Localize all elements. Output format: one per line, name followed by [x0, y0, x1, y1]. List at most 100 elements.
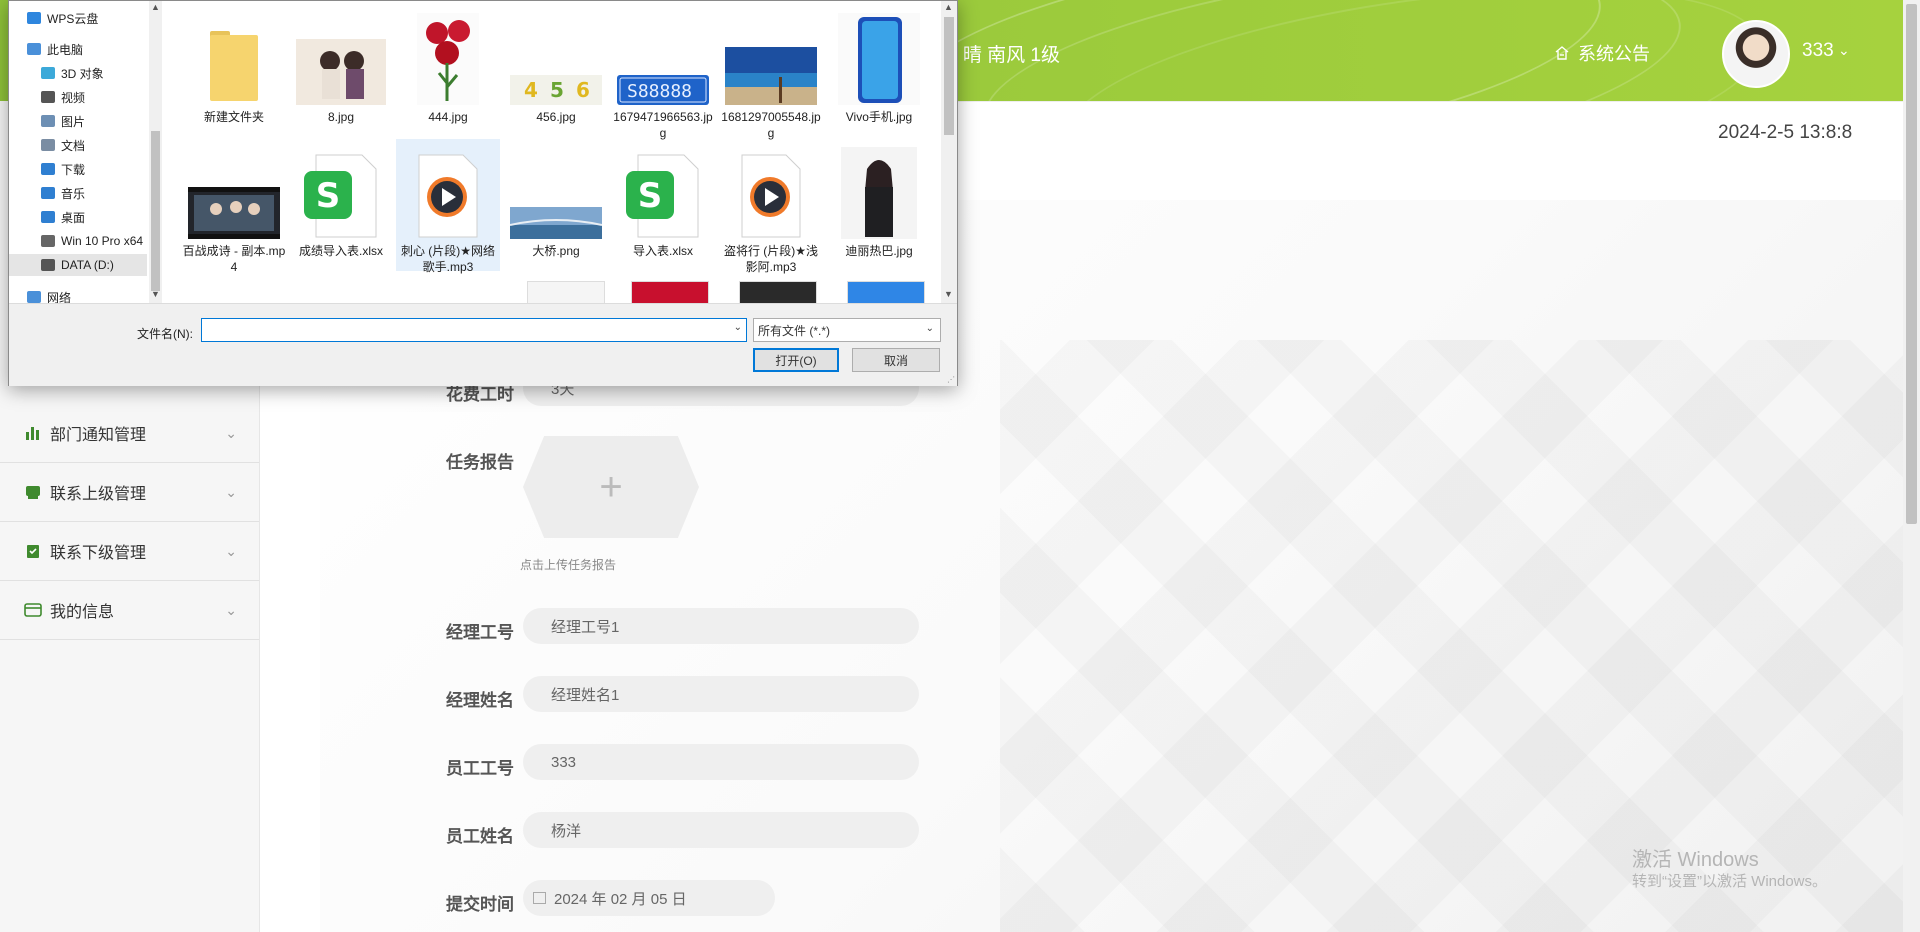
- svg-text:S: S: [316, 176, 341, 216]
- folder-icon: [41, 211, 55, 223]
- bar-chart-icon: [24, 424, 42, 442]
- file-item[interactable]: S88888 1679471966563.jpg: [611, 5, 715, 140]
- svg-text:4: 4: [524, 78, 538, 102]
- nav-item[interactable]: Win 10 Pro x64: [41, 230, 143, 252]
- file-item[interactable]: 4 5 6 456.jpg: [504, 5, 608, 137]
- file-item[interactable]: 大桥.png: [504, 139, 608, 271]
- filetype-value: 所有文件 (*.*): [758, 323, 831, 338]
- nav-item-label: 音乐: [61, 186, 86, 201]
- file-open-dialog: WPS云盘此电脑 3D 对象视频图片文档 下载音乐桌面 Win 10 Pro x64 D…: [8, 0, 958, 386]
- image-thumbnail: [289, 5, 393, 105]
- file-item[interactable]: 8.jpg: [289, 5, 393, 137]
- submit-time-label: 提交时间: [446, 895, 514, 914]
- file-name: 刺心 (片段)★网络歌手.mp3: [400, 244, 496, 274]
- xlsx-file-icon: S: [289, 139, 393, 239]
- file-item[interactable]: 盗将行 (片段)★浅影阿.mp3: [719, 139, 823, 274]
- nav-item[interactable]: 音乐: [41, 182, 85, 204]
- employee-name-field[interactable]: 杨洋: [523, 812, 919, 848]
- submit-time-value: 2024 年 02 月 05 日: [554, 890, 687, 908]
- cancel-button[interactable]: 取消: [852, 348, 940, 372]
- nav-item[interactable]: 文档: [41, 134, 85, 156]
- chevron-down-icon: ⌄: [225, 542, 237, 559]
- nav-item[interactable]: DATA (D:): [9, 254, 147, 276]
- file-name: 444.jpg: [428, 110, 468, 124]
- resize-grip-icon[interactable]: ⋰: [947, 375, 955, 384]
- upload-report-button[interactable]: +: [523, 436, 699, 538]
- nav-item-label: WPS云盘: [47, 11, 99, 26]
- file-item[interactable]: 迪丽热巴.jpg: [827, 139, 931, 271]
- file-name: 导入表.xlsx: [632, 244, 693, 258]
- folder-icon: [41, 139, 55, 151]
- folder-icon: [27, 12, 41, 24]
- file-item[interactable]: 444.jpg: [396, 5, 500, 137]
- image-thumbnail: [827, 139, 931, 239]
- nav-item[interactable]: WPS云盘: [27, 7, 98, 29]
- open-button[interactable]: 打开(O): [753, 348, 839, 372]
- scroll-up-icon[interactable]: ▲: [944, 2, 953, 12]
- file-name: 成绩导入表.xlsx: [298, 244, 383, 258]
- folder-icon: [41, 67, 55, 79]
- page-scrollbar[interactable]: [1903, 0, 1920, 932]
- scroll-down-icon[interactable]: ▼: [944, 289, 953, 299]
- nav-item[interactable]: 桌面: [41, 206, 85, 228]
- chevron-down-icon[interactable]: ⌄: [734, 322, 742, 333]
- folder-icon: [41, 163, 55, 175]
- file-name: 1681297005548.jpg: [721, 110, 821, 140]
- sidebar-item-dept-notice[interactable]: 部门通知管理 ⌄: [0, 404, 259, 463]
- file-item[interactable]: S 成绩导入表.xlsx: [289, 139, 393, 271]
- nav-item[interactable]: 图片: [41, 110, 85, 132]
- page-scrollbar-thumb[interactable]: [1906, 4, 1917, 524]
- file-item[interactable]: Vivo手机.jpg: [827, 5, 931, 137]
- submit-time-field[interactable]: 2024 年 02 月 05 日: [523, 880, 775, 916]
- file-item[interactable]: 1681297005548.jpg: [719, 5, 823, 140]
- files-scrollbar[interactable]: ▲ ▼: [941, 1, 957, 303]
- sidebar-item-label: 部门通知管理: [50, 427, 147, 444]
- file-item[interactable]: 百战成诗 - 副本.mp4: [182, 139, 286, 274]
- employee-id-field[interactable]: 333: [523, 744, 919, 780]
- nav-item[interactable]: 下载: [41, 158, 85, 180]
- scroll-up-icon[interactable]: ▲: [151, 2, 160, 12]
- image-thumbnail: [396, 5, 500, 105]
- folder-icon: [41, 235, 55, 247]
- file-item[interactable]: S 导入表.xlsx: [611, 139, 715, 271]
- file-name: 盗将行 (片段)★浅影阿.mp3: [723, 244, 819, 274]
- filename-input[interactable]: ⌄: [201, 318, 747, 342]
- folder-icon: [41, 115, 55, 127]
- file-item[interactable]: [847, 281, 925, 303]
- sidebar-item-my-info[interactable]: 我的信息 ⌄: [0, 581, 259, 640]
- folder-icon: [41, 91, 55, 103]
- chevron-down-icon: ⌄: [225, 424, 237, 441]
- filetype-select[interactable]: 所有文件 (*.*) ⌄: [753, 318, 941, 342]
- folder-icon: [41, 187, 55, 199]
- file-item[interactable]: [631, 281, 709, 303]
- nav-scrollbar[interactable]: ▲ ▼: [149, 1, 162, 303]
- sidebar-item-contact-subordinate[interactable]: 联系下级管理 ⌄: [0, 522, 259, 581]
- video-file-icon: [182, 139, 286, 239]
- nav-item-label: 图片: [61, 114, 86, 129]
- chevron-down-icon: ⌄: [225, 483, 237, 500]
- sidebar-item-contact-superior[interactable]: 联系上级管理 ⌄: [0, 463, 259, 522]
- nav-item-label: 此电脑: [47, 42, 84, 57]
- svg-text:S: S: [638, 176, 663, 216]
- nav-item-label: 视频: [61, 90, 86, 105]
- manager-name-field[interactable]: 经理姓名1: [523, 676, 919, 712]
- chevron-down-icon[interactable]: ⌄: [1838, 42, 1850, 59]
- username[interactable]: 333: [1802, 40, 1834, 62]
- system-notice-link[interactable]: 系统公告: [1554, 40, 1650, 66]
- scroll-down-icon[interactable]: ▼: [151, 289, 160, 299]
- nav-item[interactable]: 此电脑: [27, 38, 83, 60]
- file-item[interactable]: 刺心 (片段)★网络歌手.mp3: [396, 139, 500, 274]
- svg-text:6: 6: [576, 78, 590, 102]
- file-item[interactable]: [527, 281, 605, 303]
- sidebar-item-label: 我的信息: [50, 604, 115, 621]
- nav-scrollbar-thumb[interactable]: [151, 131, 160, 291]
- files-scrollbar-thumb[interactable]: [944, 17, 954, 135]
- file-item[interactable]: 新建文件夹: [182, 5, 286, 137]
- image-thumbnail: [827, 5, 931, 105]
- avatar[interactable]: [1722, 20, 1790, 88]
- employee-name-label: 员工姓名: [446, 827, 514, 846]
- nav-item[interactable]: 视频: [41, 86, 85, 108]
- file-item[interactable]: [739, 281, 817, 303]
- manager-id-field[interactable]: 经理工号1: [523, 608, 919, 644]
- nav-item[interactable]: 3D 对象: [41, 62, 104, 84]
